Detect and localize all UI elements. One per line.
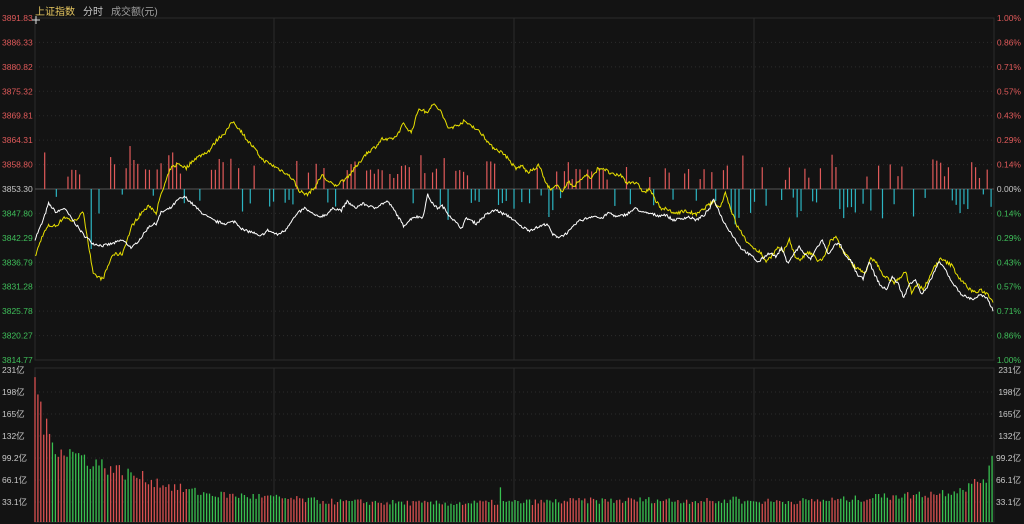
price-tick-label: 3814.77: [2, 355, 33, 365]
percent-tick-label: 0.71%: [997, 62, 1022, 72]
volume-tick-label: 33.1亿: [2, 497, 27, 507]
volume-tick-label: 132亿: [2, 431, 25, 441]
price-tick-label: 3891.83: [2, 13, 33, 23]
price-tick-label: 3853.30: [2, 184, 33, 194]
price-tick-label: 3842.29: [2, 233, 33, 243]
price-tick-label: 3875.32: [2, 86, 33, 96]
price-tick-label: 3880.82: [2, 62, 33, 72]
percent-tick-label: 0.14%: [997, 160, 1022, 170]
volume-tick-label-right: 231亿: [998, 365, 1021, 375]
percent-tick-label: 0.29%: [997, 135, 1022, 145]
price-tick-label: 3858.80: [2, 160, 33, 170]
volume-tick-label-right: 99.2亿: [996, 453, 1021, 463]
volume-tick-label-right: 33.1亿: [996, 497, 1021, 507]
percent-tick-label: 0.57%: [997, 86, 1022, 96]
volume-tick-label: 99.2亿: [2, 453, 27, 463]
volume-tick-label: 165亿: [2, 409, 25, 419]
percent-tick-label: 0.43%: [997, 257, 1022, 267]
price-tick-label: 3869.81: [2, 111, 33, 121]
percent-tick-label: 0.57%: [997, 282, 1022, 292]
percent-tick-label: 1.00%: [997, 13, 1022, 23]
price-tick-label: 3864.31: [2, 135, 33, 145]
price-tick-label: 3831.28: [2, 282, 33, 292]
percent-tick-label: 0.29%: [997, 233, 1022, 243]
percent-tick-label: 0.14%: [997, 208, 1022, 218]
volume-tick-label-right: 132亿: [998, 431, 1021, 441]
intraday-chart[interactable]: 3891.83 1.00% 3886.33 0.86% 3880.82 0.71% 3875…: [0, 0, 1024, 524]
volume-tick-label-right: 198亿: [998, 387, 1021, 397]
volume-tick-label-right: 165亿: [998, 409, 1021, 419]
percent-tick-label: 1.00%: [997, 355, 1022, 365]
percent-tick-label: 0.43%: [997, 111, 1022, 121]
price-tick-label: 3820.27: [2, 331, 33, 341]
percent-tick-label: 0.86%: [997, 331, 1022, 341]
percent-tick-label: 0.86%: [997, 37, 1022, 47]
price-tick-label: 3836.79: [2, 257, 33, 267]
percent-tick-label: 0.71%: [997, 306, 1022, 316]
price-tick-label: 3847.80: [2, 208, 33, 218]
price-tick-label: 3886.33: [2, 37, 33, 47]
percent-tick-label: 0.00%: [997, 184, 1022, 194]
volume-tick-label: 198亿: [2, 387, 25, 397]
volume-tick-label-right: 66.1亿: [996, 475, 1021, 485]
price-tick-label: 3825.78: [2, 306, 33, 316]
volume-tick-label: 66.1亿: [2, 475, 27, 485]
volume-tick-label: 231亿: [2, 365, 25, 375]
